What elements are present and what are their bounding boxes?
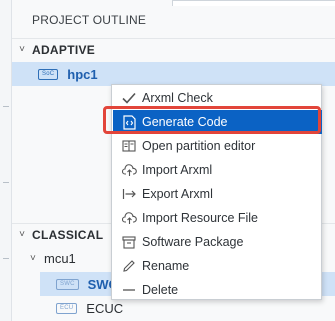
menu-item-label: Delete xyxy=(142,283,179,297)
tree-item-hpc1[interactable]: SoC hpc1 xyxy=(12,62,335,86)
export-arrow-icon xyxy=(116,182,142,206)
ecu-badge-icon: ECU xyxy=(56,302,78,314)
import-resource-icon xyxy=(116,206,142,230)
section-label: ADAPTIVE xyxy=(32,42,96,57)
highlight-annotation xyxy=(103,106,321,134)
menu-item-label: Arxml Check xyxy=(142,91,213,105)
section-label: CLASSICAL xyxy=(32,227,104,242)
chevron-down-icon[interactable]: ˅ xyxy=(12,229,32,240)
panel-title: PROJECT OUTLINE xyxy=(32,13,147,27)
package-icon xyxy=(116,230,142,254)
dash-icon xyxy=(116,278,142,302)
chevron-down-icon[interactable]: ˅ xyxy=(12,44,32,55)
pencil-icon xyxy=(116,254,142,278)
menu-item-label: Import Resource File xyxy=(142,211,259,225)
menu-item-open-partition-editor[interactable]: Open partition editor xyxy=(113,134,322,158)
menu-item-label: Rename xyxy=(142,259,190,273)
gutter-tick xyxy=(3,106,9,107)
menu-item-delete[interactable]: Delete xyxy=(113,278,322,302)
adjacent-panel-edge xyxy=(172,0,335,6)
tree-item-label: mcu1 xyxy=(44,250,76,266)
import-cloud-icon xyxy=(116,158,142,182)
menu-item-label: Software Package xyxy=(142,235,244,249)
menu-item-label: Export Arxml xyxy=(142,187,213,201)
soc-badge-icon: SoC xyxy=(38,68,59,80)
swc-badge-icon: SWC xyxy=(56,278,79,290)
menu-item-export-arxml[interactable]: Export Arxml xyxy=(113,182,322,206)
menu-item-label: Import Arxml xyxy=(142,163,213,177)
gutter-tick xyxy=(3,258,9,259)
left-gutter xyxy=(0,0,12,321)
tree-item-label: hpc1 xyxy=(67,66,98,82)
menu-item-software-package[interactable]: Software Package xyxy=(113,230,322,254)
gutter-tick xyxy=(3,182,9,183)
menu-item-rename[interactable]: Rename xyxy=(113,254,322,278)
menu-item-import-arxml[interactable]: Import Arxml xyxy=(113,158,322,182)
tree-item-label: ECUC xyxy=(86,300,124,316)
menu-item-import-resource-file[interactable]: Import Resource File xyxy=(113,206,322,230)
partition-icon xyxy=(116,134,142,158)
menu-item-label: Open partition editor xyxy=(142,139,256,153)
chevron-down-icon[interactable]: ˅ xyxy=(30,253,44,264)
section-adaptive[interactable]: ˅ ADAPTIVE xyxy=(12,38,335,60)
